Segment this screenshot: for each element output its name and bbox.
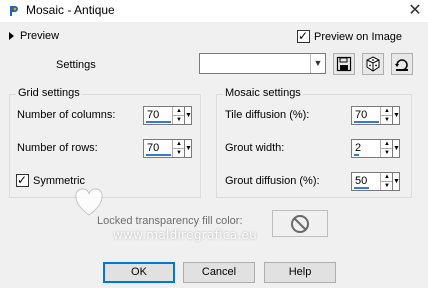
rows-spinner[interactable]: 70 ▲ ▼	[143, 139, 186, 158]
symmetric-label: Symmetric	[33, 174, 85, 187]
locked-transparency-label: Locked transparency fill color:	[97, 215, 243, 227]
floppy-disk-icon	[336, 56, 352, 72]
tile-diffusion-spinner[interactable]: 70 ▲ ▼	[351, 106, 394, 125]
grid-settings-title: Grid settings	[16, 87, 82, 99]
grout-width-label: Grout width:	[225, 142, 285, 154]
preview-on-image-checkbox[interactable]: ✓ Preview on Image	[297, 29, 403, 43]
slider-bar[interactable]	[146, 154, 171, 156]
grout-width-dropdown-arrow[interactable]: ▼	[392, 139, 400, 158]
checkbox-box[interactable]: ✓	[297, 29, 310, 43]
columns-value: 70	[147, 109, 160, 121]
columns-label: Number of columns:	[17, 109, 116, 121]
ok-button[interactable]: OK	[103, 262, 175, 283]
slider-bar[interactable]	[354, 154, 359, 156]
expand-arrow-icon	[9, 32, 14, 41]
randomize-button[interactable]	[362, 53, 384, 75]
app-icon	[7, 4, 21, 18]
cancel-button[interactable]: Cancel	[183, 262, 255, 283]
save-preset-button[interactable]	[333, 53, 355, 75]
rows-dropdown-arrow[interactable]: ▼	[184, 139, 192, 158]
title-bar: Mosaic - Antique ✕	[0, 0, 428, 22]
grout-diffusion-value: 50	[355, 175, 368, 187]
settings-label: Settings	[56, 59, 96, 71]
rows-value: 70	[147, 142, 160, 154]
watermark-heart-icon	[75, 188, 103, 216]
slider-bar[interactable]	[146, 121, 171, 123]
help-button[interactable]: Help	[264, 262, 336, 283]
no-symbol-icon	[291, 215, 309, 233]
tile-diffusion-value: 70	[355, 109, 368, 121]
reset-icon	[395, 59, 408, 71]
slider-bar[interactable]	[354, 121, 379, 123]
settings-dropdown[interactable]: ▼	[199, 53, 326, 74]
dice-icon	[366, 56, 380, 72]
locked-fill-color-swatch[interactable]	[272, 210, 328, 237]
preview-toggle[interactable]: Preview	[9, 30, 59, 42]
preview-on-image-label: Preview on Image	[314, 30, 403, 43]
grout-diffusion-label: Grout diffusion (%):	[225, 175, 320, 187]
grout-width-value: 2	[355, 142, 362, 154]
tile-diffusion-label: Tile diffusion (%):	[225, 109, 310, 121]
columns-dropdown-arrow[interactable]: ▼	[184, 106, 192, 125]
watermark-text: www.maldiregrafica.eu	[113, 228, 258, 242]
rows-label: Number of rows:	[17, 142, 98, 154]
reset-button[interactable]	[391, 53, 413, 75]
slider-bar[interactable]	[354, 187, 369, 189]
grout-diffusion-dropdown-arrow[interactable]: ▼	[392, 172, 400, 191]
tile-diffusion-dropdown-arrow[interactable]: ▼	[392, 106, 400, 125]
checkbox-box[interactable]: ✓	[16, 173, 29, 187]
mosaic-settings-title: Mosaic settings	[223, 87, 303, 99]
preview-label: Preview	[20, 30, 60, 43]
grout-diffusion-spinner[interactable]: 50 ▲ ▼	[351, 172, 394, 191]
window-title: Mosaic - Antique	[26, 3, 115, 17]
symmetric-checkbox[interactable]: ✓ Symmetric	[16, 173, 85, 187]
chevron-down-icon[interactable]: ▼	[310, 54, 325, 73]
checkmark-icon: ✓	[17, 173, 28, 187]
close-button[interactable]: ✕	[404, 1, 426, 21]
grout-width-spinner[interactable]: 2 ▲ ▼	[351, 139, 394, 158]
checkmark-icon: ✓	[298, 29, 309, 43]
columns-spinner[interactable]: 70 ▲ ▼	[143, 106, 186, 125]
